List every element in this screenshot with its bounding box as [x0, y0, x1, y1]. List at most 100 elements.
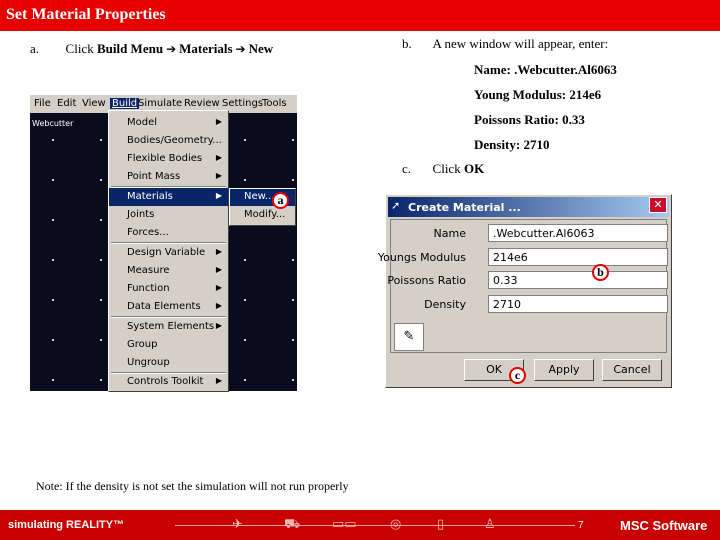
- grid-dot: [244, 339, 246, 341]
- apply-button[interactable]: Apply: [534, 359, 594, 381]
- menu-settings[interactable]: Settings: [222, 98, 263, 109]
- step-b-text: A new window will appear, enter:: [432, 36, 609, 51]
- density-label: Density: [424, 298, 466, 311]
- airplane-icon: ✈: [232, 517, 243, 532]
- name-field[interactable]: .Webcutter.Al6063: [488, 224, 668, 242]
- submenu-arrow-icon: ▶: [215, 117, 222, 126]
- person-icon: ♙: [484, 517, 496, 532]
- submenu-modify[interactable]: Modify...: [230, 207, 295, 224]
- callout-a: a: [272, 192, 289, 209]
- grid-dot: [292, 259, 294, 261]
- step-a: a. Click Build Menu ➔ Materials ➔ New: [30, 41, 273, 57]
- grid-dot: [100, 219, 102, 221]
- right-arrow-icon: ➔: [166, 42, 177, 56]
- build-menu-item[interactable]: Forces...: [109, 224, 228, 242]
- step-b-entry-name: Name: .Webcutter.Al6063: [474, 62, 617, 77]
- grid-dot: [52, 179, 54, 181]
- grid-dot: [52, 219, 54, 221]
- dialog-title: Create Material ...: [388, 197, 669, 217]
- build-menu-item-label: Joints: [127, 209, 155, 220]
- step-a-materials: Materials: [179, 41, 233, 56]
- youngs-modulus-field[interactable]: 214e6: [488, 248, 668, 266]
- grid-dot: [100, 179, 102, 181]
- build-menu-item[interactable]: Joints: [109, 206, 228, 224]
- grid-dot: [244, 259, 246, 261]
- grid-dot: [52, 259, 54, 261]
- grid-dot: [244, 379, 246, 381]
- step-c: c. Click OK: [402, 161, 484, 177]
- model-tree-label: Webcutter: [32, 119, 74, 128]
- build-menu-item[interactable]: Materials ▶: [109, 188, 228, 206]
- train-icon: ▭▭: [332, 517, 357, 532]
- submenu-arrow-icon: ▶: [215, 247, 222, 256]
- grid-dot: [100, 339, 102, 341]
- density-field[interactable]: 2710: [488, 295, 668, 313]
- build-menu-item-label: Design Variable: [127, 247, 206, 258]
- cancel-button[interactable]: Cancel: [602, 359, 662, 381]
- edit-table-icon[interactable]: ✎: [394, 323, 424, 351]
- grid-dot: [292, 139, 294, 141]
- grid-dot: [100, 299, 102, 301]
- build-menu-item-label: Point Mass: [127, 171, 181, 182]
- create-material-dialog: Create Material ... ➚ ✕ Name .Webcutter.…: [378, 194, 672, 388]
- build-menu-item-label: Materials: [127, 191, 173, 202]
- grid-dot: [52, 299, 54, 301]
- build-menu-item-label: Ungroup: [127, 357, 170, 368]
- step-a-prefix: Click: [65, 41, 97, 56]
- menu-simulate[interactable]: Simulate: [138, 98, 182, 109]
- menu-edit[interactable]: Edit: [57, 98, 76, 109]
- menu-file[interactable]: File: [34, 98, 51, 109]
- build-menu: Model ▶ Bodies/Geometry... Flexible Bodies ▶…: [108, 110, 229, 392]
- submenu-arrow-icon: ▶: [215, 153, 222, 162]
- callout-b: b: [592, 264, 609, 281]
- build-menu-item[interactable]: Function ▶: [109, 280, 228, 298]
- car-icon: ⛟: [284, 517, 301, 532]
- build-menu-item-label: System Elements: [127, 321, 215, 332]
- grid-dot: [100, 259, 102, 261]
- build-menu-item[interactable]: Flexible Bodies ▶: [109, 150, 228, 168]
- step-a-marker: a.: [30, 41, 40, 56]
- build-menu-item-label: Bodies/Geometry...: [127, 135, 222, 146]
- build-menu-item-label: Forces...: [127, 227, 169, 238]
- grid-dot: [244, 139, 246, 141]
- menu-review[interactable]: Review: [184, 98, 220, 109]
- build-menu-item-label: Function: [127, 283, 170, 294]
- page-number: 7: [578, 520, 584, 531]
- grid-dot: [292, 339, 294, 341]
- grid-dot: [52, 379, 54, 381]
- build-menu-item[interactable]: Bodies/Geometry...: [109, 132, 228, 150]
- close-button[interactable]: ✕: [649, 197, 667, 213]
- build-menu-item[interactable]: Controls Toolkit ▶: [109, 373, 228, 391]
- build-menu-item[interactable]: Design Variable ▶: [109, 244, 228, 262]
- callout-c: c: [509, 367, 526, 384]
- grid-dot: [292, 299, 294, 301]
- step-b-entry-ratio: Poissons Ratio: 0.33: [474, 112, 585, 127]
- build-menu-item[interactable]: Model ▶: [109, 114, 228, 132]
- build-menu-item[interactable]: Measure ▶: [109, 262, 228, 280]
- grid-dot: [244, 179, 246, 181]
- build-menu-item[interactable]: Point Mass ▶: [109, 168, 228, 186]
- grid-dot: [52, 339, 54, 341]
- build-menu-item[interactable]: Data Elements ▶: [109, 298, 228, 316]
- name-label: Name: [433, 227, 466, 240]
- grid-dot: [100, 139, 102, 141]
- build-menu-item-label: Measure: [127, 265, 170, 276]
- step-b-marker: b.: [402, 36, 412, 51]
- menu-build[interactable]: Build: [110, 98, 140, 109]
- menu-view[interactable]: View: [82, 98, 106, 109]
- menu-tools[interactable]: Tools: [262, 98, 287, 109]
- step-c-marker: c.: [402, 161, 412, 176]
- right-arrow-icon: ➔: [235, 42, 246, 56]
- build-menu-item-label: Model: [127, 117, 158, 128]
- build-menu-item-label: Controls Toolkit: [127, 376, 204, 387]
- build-menu-item[interactable]: System Elements ▶: [109, 318, 228, 336]
- build-menu-item[interactable]: Group: [109, 336, 228, 354]
- footer-brand: simulating REALITY™: [8, 519, 125, 531]
- poissons-ratio-field[interactable]: 0.33: [488, 271, 668, 289]
- build-menu-item-label: Group: [127, 339, 158, 350]
- build-menu-item[interactable]: Ungroup: [109, 354, 228, 372]
- submenu-arrow-icon: ▶: [215, 171, 222, 180]
- grid-dot: [244, 299, 246, 301]
- footer-bar: simulating REALITY™ ✈ ⛟ ▭▭ ◎ ▯ ♙ 7 MSC S…: [0, 510, 720, 540]
- adams-logo-icon: ➚: [391, 199, 401, 212]
